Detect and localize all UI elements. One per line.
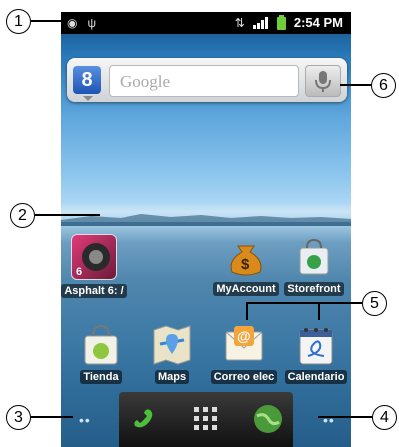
dock-bar [119,392,293,447]
browser-globe-icon[interactable] [251,402,285,436]
search-input[interactable]: Google [109,65,299,97]
data-transfer-icon: ⇅ [234,15,245,30]
phone-icon[interactable] [129,404,159,434]
voice-search-button[interactable] [305,65,341,97]
callout-4: 4 [372,405,397,430]
callout-1-leader [31,20,63,22]
status-bar: ◉ ψ ⇅ 2:54 PM [61,12,351,34]
callout-3: 3 [6,405,31,430]
callout-5-leader-right [318,302,320,320]
money-bag-icon: $ [224,234,268,278]
microphone-icon [315,71,331,92]
svg-text:6: 6 [76,266,82,278]
asphalt-game-icon: 6 [71,234,117,280]
callout-1: 1 [6,9,31,34]
app-label: Correo elec [210,370,278,384]
svg-text:$: $ [241,256,250,273]
status-time: 2:54 PM [293,15,343,30]
battery-icon [276,15,286,30]
callout-2: 2 [10,203,35,228]
market-bag-icon [79,322,123,366]
callout-5-leader [246,302,362,304]
google-search-widget[interactable]: 8 Google [67,58,347,102]
chevron-down-icon [83,96,93,101]
app-tienda[interactable]: Tienda [66,322,136,389]
page-indicator-left[interactable]: •• [79,412,91,428]
map-icon [150,322,194,366]
android-debug-icon: ◉ [67,16,78,30]
app-label: MyAccount [213,282,279,296]
page-indicator-right[interactable]: •• [323,412,335,428]
usb-icon: ψ [87,16,97,30]
app-maps[interactable]: Maps [137,322,207,389]
app-label: Asphalt 6: / [61,284,127,298]
calendar-icon [294,322,338,366]
app-correo[interactable]: @ Correo elec [209,322,279,389]
callout-6-leader [340,84,371,86]
app-asphalt[interactable]: 6 Asphalt 6: / [61,234,129,303]
storefront-bag-icon [292,234,336,278]
app-myaccount[interactable]: $ MyAccount [211,234,281,301]
signal-strength-icon [252,16,268,29]
app-drawer-grid-icon[interactable] [191,404,221,434]
app-label: Maps [154,370,190,384]
callout-5-leader-left [246,302,248,320]
app-storefront[interactable]: Storefront [279,234,349,301]
app-label: Tienda [80,370,122,384]
email-envelope-icon: @ [222,322,266,366]
app-label: Calendario [284,370,348,384]
app-label: Storefront [284,282,344,296]
callout-4-leader [318,416,372,418]
home-screen: ◉ ψ ⇅ 2:54 PM 8 Google 6 Asphalt 6: / $ … [61,12,351,447]
google-logo-button[interactable]: 8 [73,66,101,94]
wallpaper-mountains [61,214,351,226]
search-placeholder: Google [120,72,171,91]
svg-text:@: @ [237,328,251,344]
callout-6: 6 [371,73,396,98]
app-calendario[interactable]: Calendario [281,322,351,389]
callout-5: 5 [362,291,387,316]
callout-2-leader [35,214,100,216]
callout-3-leader [31,416,73,418]
